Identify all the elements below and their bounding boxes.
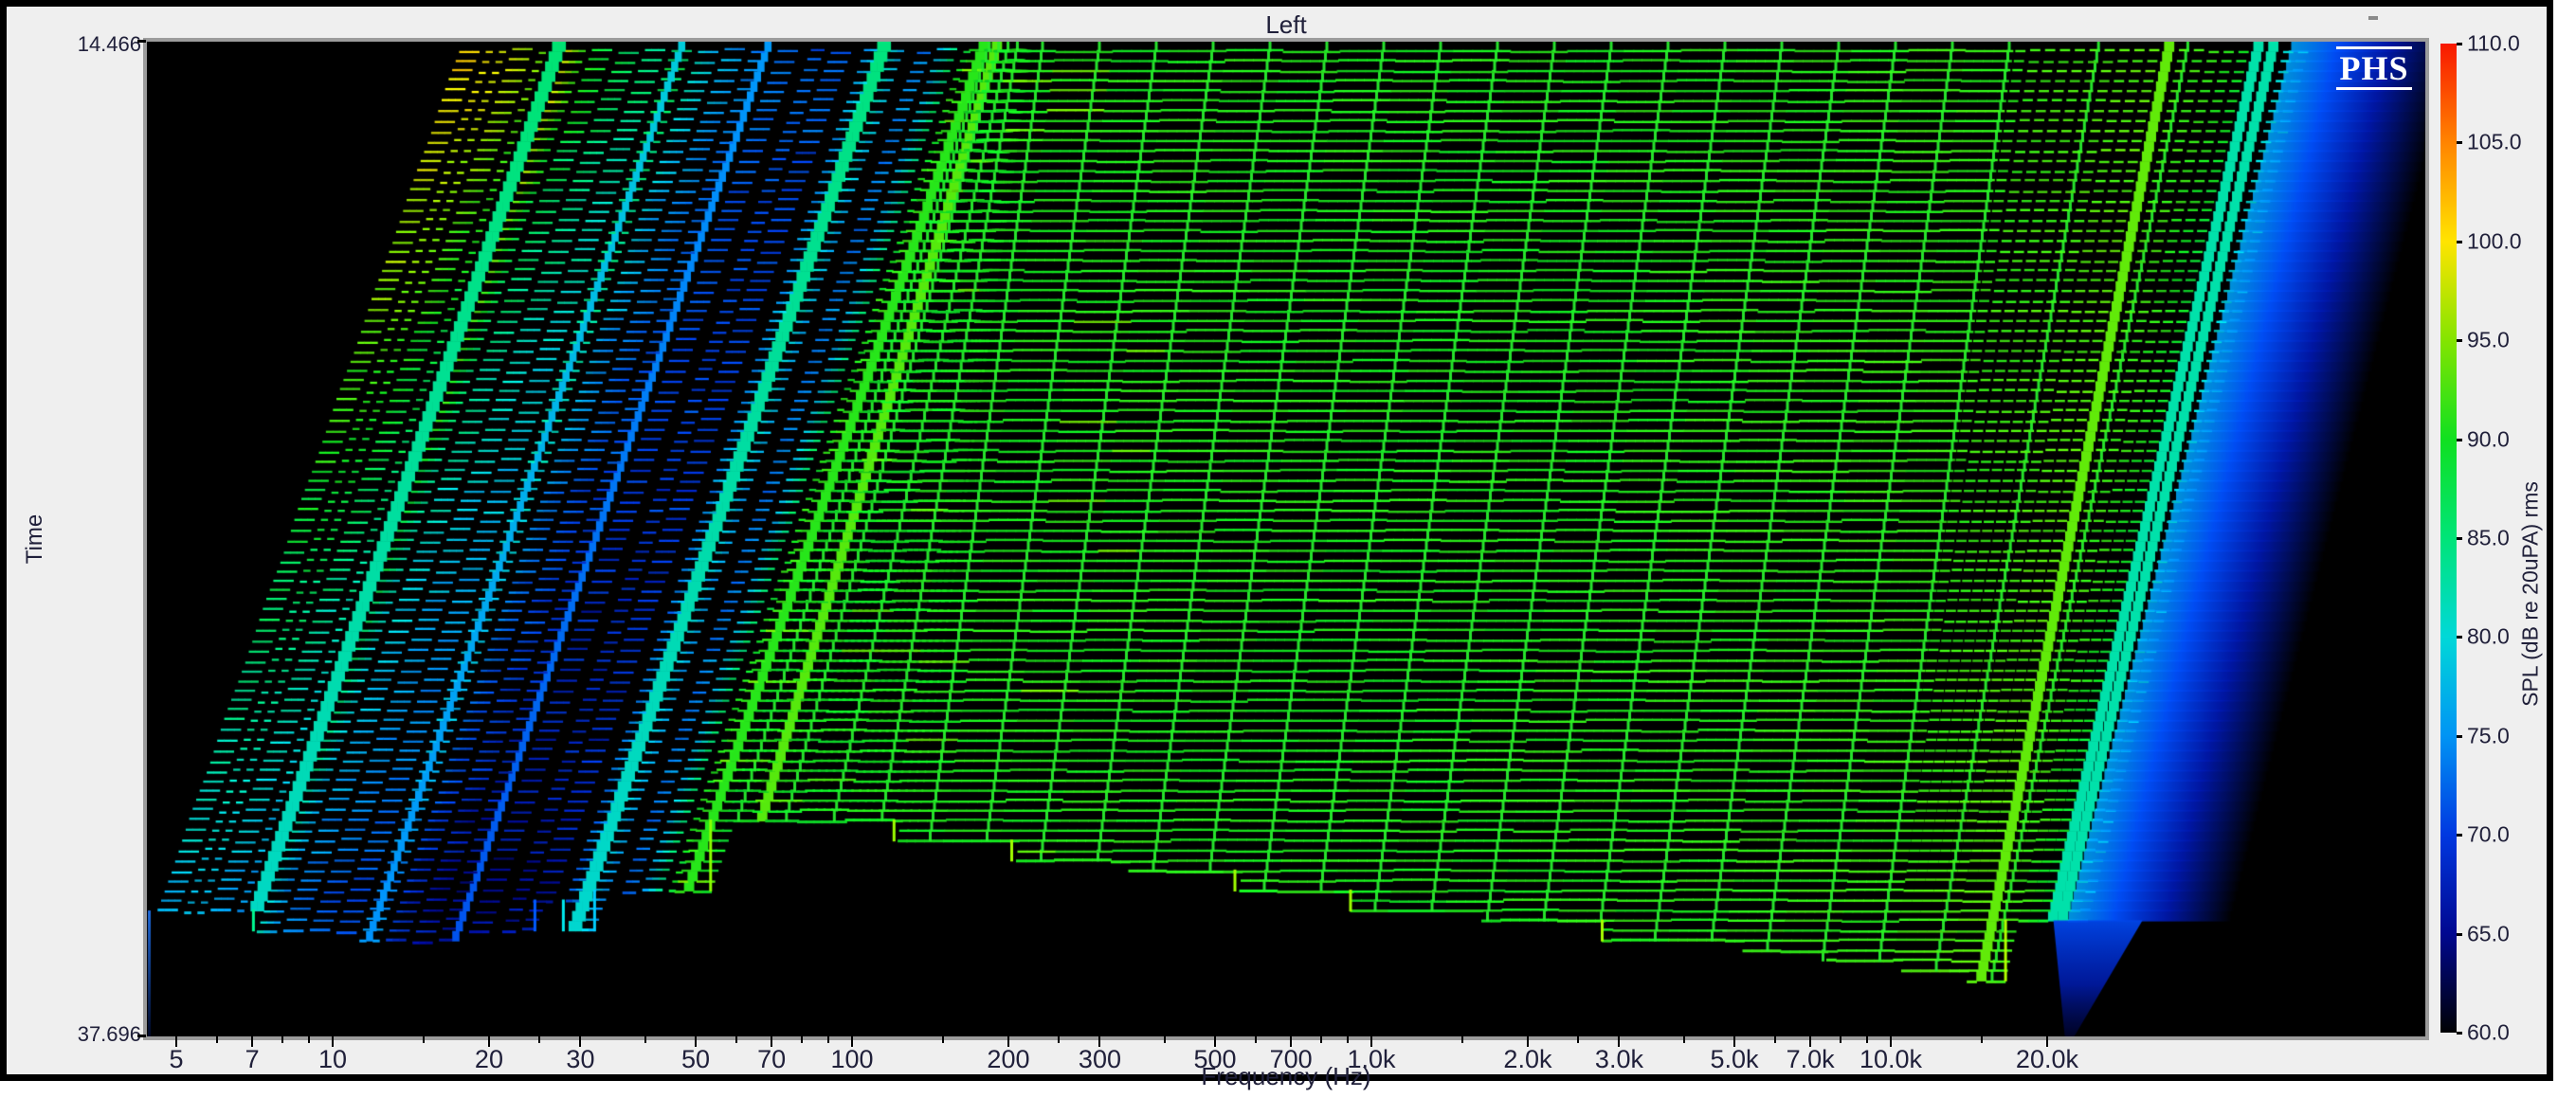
freq-tick-label-2000: 2.0k bbox=[1503, 1045, 1551, 1074]
freq-tick-900 bbox=[1347, 1036, 1349, 1043]
spl-tick-70.0 bbox=[2457, 834, 2462, 837]
freq-tick-8 bbox=[281, 1036, 283, 1043]
spl-tick-label-90.0: 90.0 bbox=[2467, 426, 2510, 452]
time-axis-top-value: 14.466 bbox=[7, 32, 141, 57]
spl-tick-80.0 bbox=[2457, 636, 2462, 639]
freq-tick-label-7000: 7.0k bbox=[1787, 1045, 1835, 1074]
waterfall-plot-canvas[interactable] bbox=[147, 42, 2425, 1036]
freq-tick-250 bbox=[1058, 1036, 1060, 1043]
freq-tick-400 bbox=[1164, 1036, 1166, 1043]
spl-tick-label-95.0: 95.0 bbox=[2467, 328, 2510, 353]
freq-tick-label-50: 50 bbox=[681, 1045, 710, 1074]
freq-tick-60 bbox=[735, 1036, 737, 1043]
waterfall-panel: Left PHS 14.466 37.696 Time 5 7 10 20 30 50 70… bbox=[0, 0, 2553, 1081]
freq-tick-label-10000: 10.0k bbox=[1859, 1045, 1922, 1074]
freq-tick-label-70: 70 bbox=[757, 1045, 786, 1074]
freq-tick-9 bbox=[308, 1036, 310, 1043]
time-axis-label: Time bbox=[22, 514, 48, 564]
freq-tick-80 bbox=[801, 1036, 803, 1043]
spl-tick-105.0 bbox=[2457, 141, 2462, 144]
freq-tick-40 bbox=[644, 1036, 646, 1043]
freq-tick-9000 bbox=[1866, 1036, 1868, 1043]
freq-tick-90 bbox=[827, 1036, 829, 1043]
spl-tick-label-65.0: 65.0 bbox=[2467, 921, 2510, 946]
spl-tick-label-60.0: 60.0 bbox=[2467, 1020, 2510, 1046]
freq-tick-8000 bbox=[1840, 1036, 1841, 1043]
freq-tick-label-200: 200 bbox=[987, 1045, 1029, 1074]
freq-tick-label-10: 10 bbox=[318, 1045, 347, 1074]
time-tick-bottom bbox=[137, 1035, 146, 1037]
freq-tick-6000 bbox=[1774, 1036, 1776, 1043]
spl-tick-85.0 bbox=[2457, 537, 2462, 540]
spl-tick-label-70.0: 70.0 bbox=[2467, 822, 2510, 848]
page-title: Left bbox=[1182, 10, 1390, 40]
spl-axis-label: SPL (dB re 20uPA) rms bbox=[2518, 481, 2544, 707]
time-tick-top bbox=[137, 40, 146, 43]
freq-tick-label-20: 20 bbox=[475, 1045, 503, 1074]
freq-tick-label-5: 5 bbox=[170, 1045, 184, 1074]
freq-tick-600 bbox=[1255, 1036, 1257, 1043]
freq-tick-800 bbox=[1320, 1036, 1322, 1043]
spl-colorbar bbox=[2440, 44, 2457, 1033]
freq-tick-label-20000: 20.0k bbox=[2016, 1045, 2078, 1074]
spl-tick-100.0 bbox=[2457, 241, 2462, 243]
freq-tick-25 bbox=[538, 1036, 540, 1043]
time-axis-bottom-value: 37.696 bbox=[7, 1022, 141, 1047]
freq-tick-label-7: 7 bbox=[245, 1045, 260, 1074]
spl-tick-label-100.0: 100.0 bbox=[2467, 228, 2522, 254]
spl-tick-label-80.0: 80.0 bbox=[2467, 624, 2510, 650]
freq-tick-6 bbox=[216, 1036, 218, 1043]
freq-tick-label-3000: 3.0k bbox=[1595, 1045, 1643, 1074]
freq-tick-label-5000: 5.0k bbox=[1711, 1045, 1759, 1074]
spl-tick-75.0 bbox=[2457, 735, 2462, 738]
spl-tick-label-85.0: 85.0 bbox=[2467, 526, 2510, 551]
freq-tick-4000 bbox=[1683, 1036, 1685, 1043]
spl-tick-label-110.0: 110.0 bbox=[2467, 31, 2520, 57]
freq-tick-label-30: 30 bbox=[566, 1045, 594, 1074]
freq-tick-label-100: 100 bbox=[830, 1045, 873, 1074]
spl-tick-110.0 bbox=[2457, 43, 2462, 45]
freq-tick-150 bbox=[942, 1036, 944, 1043]
frequency-axis-label: Frequency (Hz) bbox=[1201, 1062, 1370, 1091]
freq-tick-1500 bbox=[1461, 1036, 1463, 1043]
freq-tick-2500 bbox=[1577, 1036, 1579, 1043]
spl-tick-label-105.0: 105.0 bbox=[2467, 130, 2522, 155]
spl-tick-65.0 bbox=[2457, 933, 2462, 936]
freq-tick-15 bbox=[423, 1036, 425, 1043]
spl-tick-60.0 bbox=[2457, 1032, 2462, 1035]
screenshot-root: Left PHS 14.466 37.696 Time 5 7 10 20 30 50 70… bbox=[0, 0, 2576, 1116]
freq-tick-label-300: 300 bbox=[1079, 1045, 1121, 1074]
phs-logo: PHS bbox=[2336, 46, 2412, 90]
spl-tick-95.0 bbox=[2457, 339, 2462, 342]
top-edge-tick bbox=[2368, 16, 2378, 20]
spl-tick-label-75.0: 75.0 bbox=[2467, 723, 2510, 748]
freq-tick-15000 bbox=[1981, 1036, 1983, 1043]
spl-tick-90.0 bbox=[2457, 439, 2462, 441]
